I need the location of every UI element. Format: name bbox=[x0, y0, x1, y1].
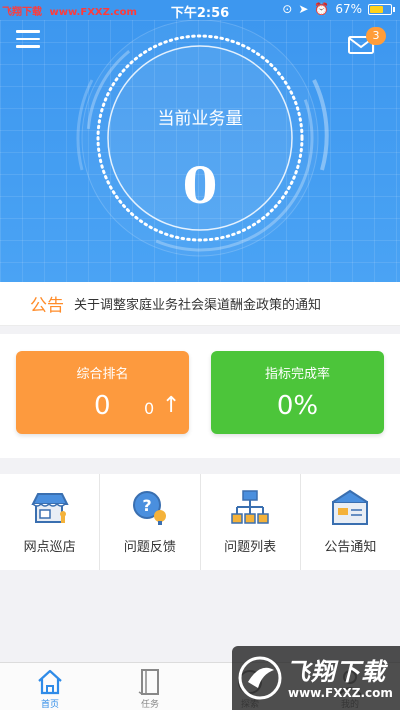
question-feedback-icon: ? bbox=[132, 491, 166, 525]
task-book-icon bbox=[138, 669, 159, 695]
shortcut-question-list[interactable]: 问题列表 bbox=[201, 474, 301, 570]
stats-cards: 综合排名 0 0 ↑ 指标完成率 0% bbox=[0, 334, 400, 458]
ranking-title: 综合排名 bbox=[76, 367, 129, 382]
shortcut-label: 网点巡店 bbox=[23, 540, 76, 555]
watermark-url: www.FXXZ.com bbox=[288, 686, 393, 700]
shortcut-label: 公告通知 bbox=[324, 540, 377, 555]
arrow-up-icon: ↑ bbox=[162, 393, 181, 418]
tab-home[interactable]: 首页 bbox=[0, 663, 100, 710]
shortcut-question-feedback[interactable]: ? 问题反馈 bbox=[100, 474, 201, 570]
shortcut-label: 问题反馈 bbox=[123, 540, 176, 555]
status-right: ⊙ ➤ ⏰ 67% bbox=[282, 2, 395, 16]
notice-envelope-icon bbox=[332, 489, 369, 525]
tab-label: 首页 bbox=[40, 700, 59, 710]
watermark-logo bbox=[238, 656, 282, 700]
menu-button[interactable] bbox=[16, 30, 40, 50]
watermark-title: 飞翔下载 bbox=[286, 658, 386, 686]
home-icon bbox=[38, 669, 62, 695]
completion-card[interactable]: 指标完成率 0% bbox=[211, 351, 384, 434]
completion-title: 指标完成率 bbox=[264, 367, 330, 382]
notice-text[interactable]: 关于调整家庭业务社会渠道酬金政策的通知 bbox=[74, 294, 321, 313]
watermark-overlay: 飞翔下载 www.FXXZ.com bbox=[232, 646, 400, 710]
battery-percent: 67% bbox=[335, 2, 362, 16]
store-icon bbox=[31, 493, 69, 523]
mail-badge: 3 bbox=[366, 27, 386, 45]
battery-fill bbox=[370, 5, 383, 13]
shortcut-label: 问题列表 bbox=[224, 540, 277, 555]
shortcut-notice[interactable]: 公告通知 bbox=[301, 474, 400, 570]
gauge-value: 0 bbox=[182, 156, 218, 215]
alarm-icon: ⏰ bbox=[314, 2, 330, 16]
svg-text:?: ? bbox=[142, 496, 151, 515]
battery-icon bbox=[368, 3, 395, 15]
hero-banner: 3 当前业务量 0 bbox=[0, 20, 400, 282]
hamburger-menu-icon bbox=[16, 30, 40, 33]
shortcut-grid: 网点巡店 ? 问题反馈 问题列表 公告通知 bbox=[0, 474, 400, 570]
ranking-card[interactable]: 综合排名 0 0 ↑ bbox=[16, 351, 189, 434]
notice-tag: 公告 bbox=[30, 296, 64, 316]
tab-task[interactable]: 任务 bbox=[100, 663, 200, 710]
completion-value: 0% bbox=[276, 391, 319, 421]
notice-bar[interactable]: 公告 关于调整家庭业务社会渠道酬金政策的通知 bbox=[0, 282, 400, 326]
lock-rotation-icon: ⊙ bbox=[282, 2, 293, 16]
status-bar: 飞翔下载 www.FXXZ.com 下午2:56 ⊙ ➤ ⏰ 67% bbox=[0, 0, 400, 21]
tab-label: 任务 bbox=[140, 700, 159, 710]
gauge-label: 当前业务量 bbox=[157, 109, 243, 129]
ranking-change: 0 bbox=[144, 399, 155, 418]
ranking-value: 0 bbox=[94, 391, 111, 421]
shortcut-store-inspection[interactable]: 网点巡店 bbox=[0, 474, 101, 570]
org-chart-icon bbox=[231, 490, 269, 524]
gauge-rings bbox=[76, 20, 329, 257]
location-icon: ➤ bbox=[298, 2, 309, 16]
